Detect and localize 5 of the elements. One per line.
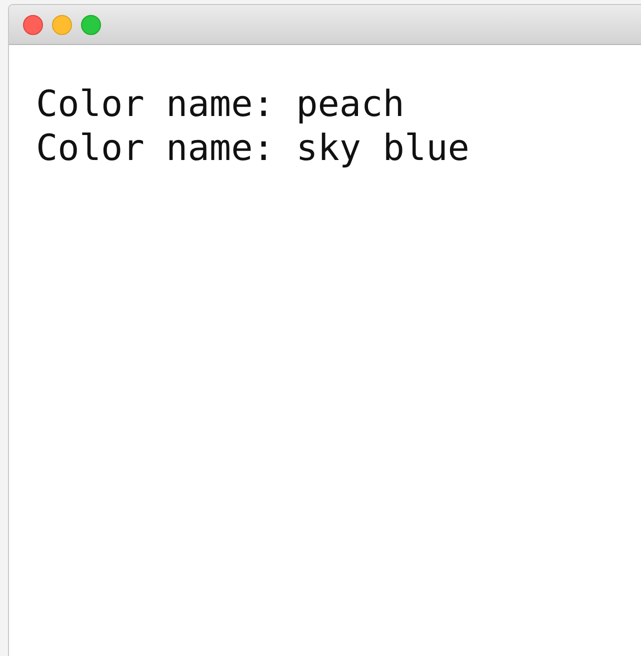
minimize-button[interactable] (52, 14, 72, 34)
zoom-button[interactable] (81, 14, 101, 34)
close-button[interactable] (23, 14, 43, 34)
output-line: Color name: sky blue (36, 127, 470, 171)
output-line: Color name: peach (36, 83, 406, 127)
